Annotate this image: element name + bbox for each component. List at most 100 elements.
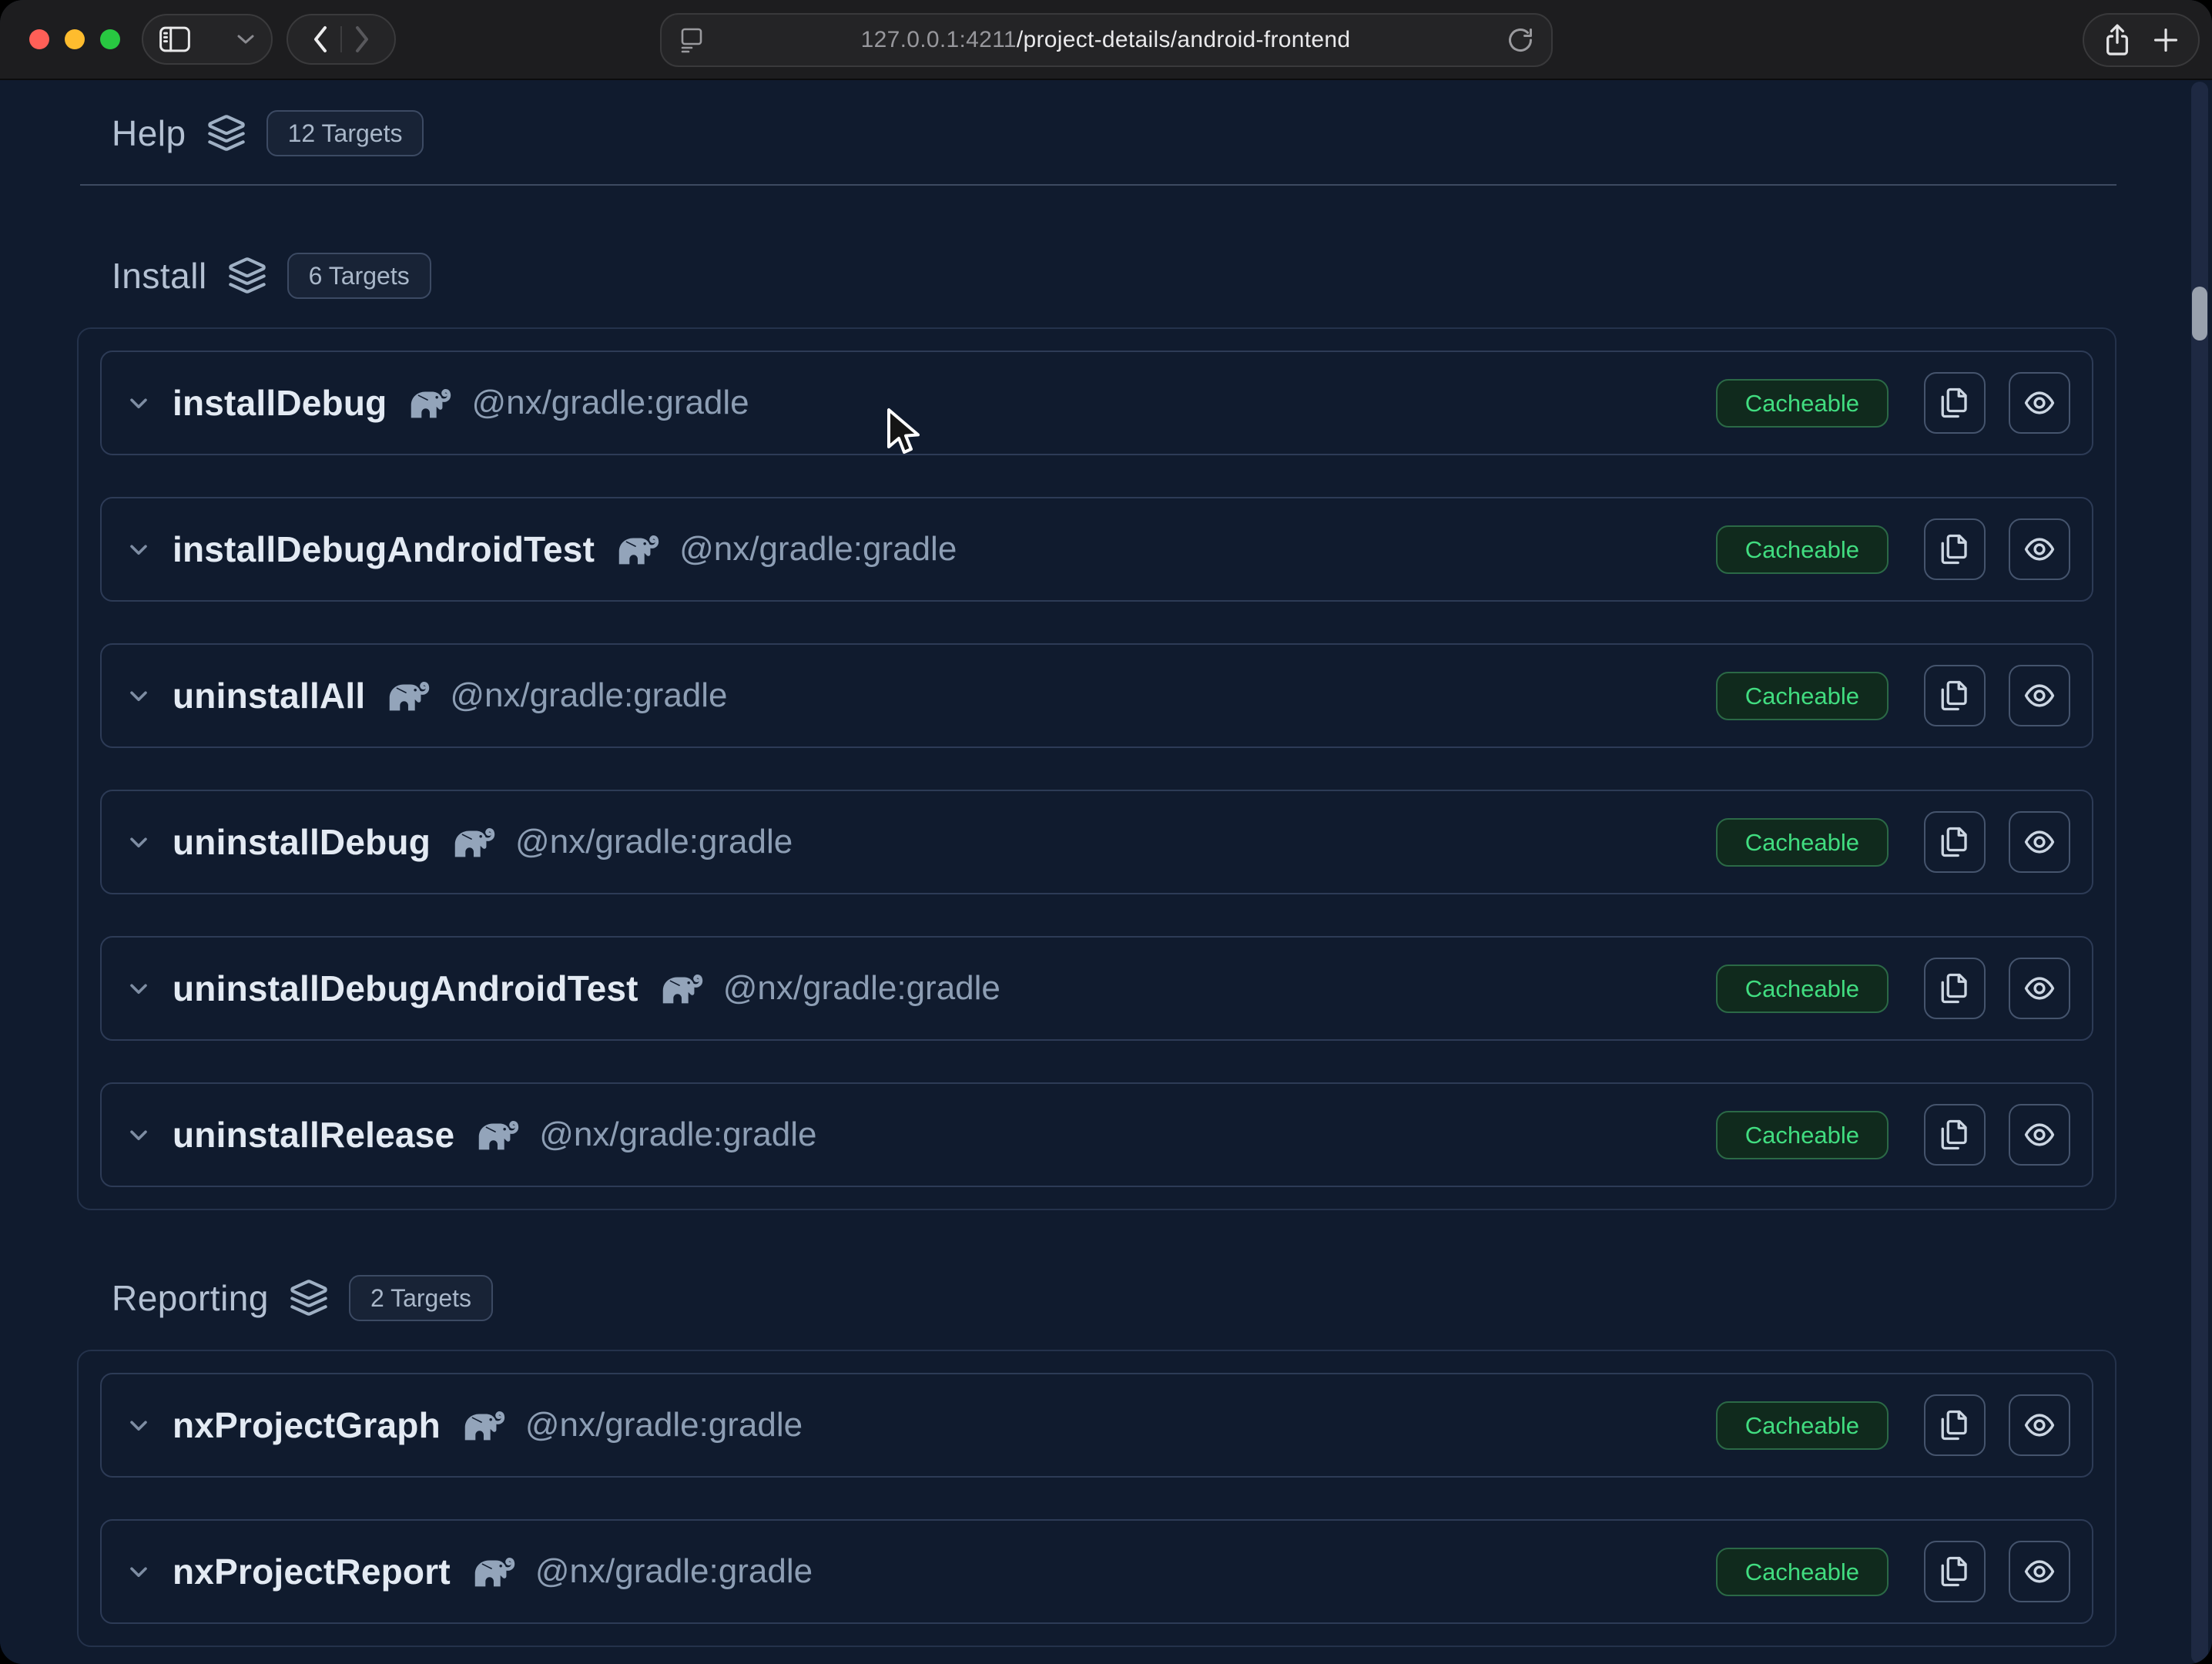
section-title: Help [112,112,186,154]
copy-icon [1939,1555,1971,1588]
copy-icon [1939,533,1971,565]
cacheable-badge: Cacheable [1716,379,1889,428]
copy-task-button[interactable] [1924,1104,1986,1166]
url-text: 127.0.0.1:4211/project-details/android-f… [705,27,1507,53]
chevron-down-icon[interactable] [125,389,152,417]
sidebar-icon [159,25,191,53]
project-details-page: Help 12 Targets Install [0,82,2212,1664]
chevron-down-icon[interactable] [125,1558,152,1585]
view-task-button[interactable] [2009,811,2070,873]
view-task-button[interactable] [2009,1541,2070,1602]
browser-window: 127.0.0.1:4211/project-details/android-f… [0,0,2212,1664]
section-title: Install [112,255,207,297]
copy-task-button[interactable] [1924,811,1986,873]
copy-icon [1939,387,1971,419]
section-title: Reporting [112,1277,269,1319]
website-settings-icon[interactable] [679,26,705,54]
chevron-down-icon [236,33,256,45]
layers-icon [206,113,246,153]
gradle-elephant-icon [459,1407,507,1444]
chevron-down-icon[interactable] [125,535,152,563]
target-row[interactable]: uninstallRelease @nx/gradle:gradle Cache… [100,1082,2093,1187]
reload-button[interactable] [1507,26,1534,54]
targets-count-badge: 2 Targets [349,1275,493,1321]
url-path: /project-details/android-frontend [1017,27,1350,52]
chevron-down-icon[interactable] [125,1411,152,1439]
chevron-down-icon[interactable] [125,975,152,1002]
view-task-button[interactable] [2009,372,2070,434]
url-host: 127.0.0.1:4211 [861,27,1017,52]
cacheable-badge: Cacheable [1716,672,1889,720]
target-name: uninstallDebugAndroidTest [173,968,638,1009]
targets-container: nxProjectGraph @nx/gradle:gradle Cacheab… [77,1350,2116,1647]
address-bar[interactable]: 127.0.0.1:4211/project-details/android-f… [660,13,1553,67]
layers-icon [289,1278,329,1318]
target-name: uninstallDebug [173,821,431,863]
scrollbar-thumb[interactable] [2192,287,2207,341]
eye-icon [2023,971,2056,1005]
sidebar-toggle-button[interactable] [142,14,273,65]
zoom-window-button[interactable] [100,29,120,49]
eye-icon [2023,386,2056,420]
forward-button[interactable] [342,15,382,63]
copy-task-button[interactable] [1924,1394,1986,1456]
chevron-down-icon[interactable] [125,1121,152,1149]
chevron-down-icon[interactable] [125,828,152,856]
back-button[interactable] [300,15,340,63]
gradle-elephant-icon [473,1116,521,1153]
eye-icon [2023,532,2056,566]
window-controls [29,29,120,49]
toolbar-right-group [2083,13,2200,67]
copy-task-button[interactable] [1924,1541,1986,1602]
eye-icon [2023,825,2056,859]
minimize-window-button[interactable] [65,29,85,49]
copy-task-button[interactable] [1924,518,1986,580]
gradle-elephant-icon [384,677,431,714]
target-row[interactable]: uninstallAll @nx/gradle:gradle Cacheable [100,643,2093,748]
section-reporting: Reporting 2 Targets nxProjectGraph [77,1272,2116,1647]
copy-icon [1939,1409,1971,1441]
close-window-button[interactable] [29,29,49,49]
view-task-button[interactable] [2009,1104,2070,1166]
share-button[interactable] [2102,22,2133,58]
copy-icon [1939,972,1971,1005]
view-task-button[interactable] [2009,518,2070,580]
target-row[interactable]: nxProjectReport @nx/gradle:gradle Cachea… [100,1519,2093,1624]
target-row[interactable]: installDebug @nx/gradle:gradle Cacheable [100,351,2093,455]
gradle-elephant-icon [613,531,661,568]
targets-count-badge: 6 Targets [287,253,431,299]
view-task-button[interactable] [2009,665,2070,726]
copy-task-button[interactable] [1924,665,1986,726]
targets-container: installDebug @nx/gradle:gradle Cacheable [77,327,2116,1210]
chevron-down-icon[interactable] [125,682,152,710]
target-name: installDebugAndroidTest [173,528,595,570]
section-header: Help 12 Targets [112,107,2116,159]
browser-toolbar: 127.0.0.1:4211/project-details/android-f… [0,0,2212,80]
section-header: Reporting 2 Targets [112,1272,2116,1324]
view-task-button[interactable] [2009,1394,2070,1456]
new-tab-button[interactable] [2151,25,2180,55]
target-executor: @nx/gradle:gradle [525,1406,803,1444]
target-name: installDebug [173,382,387,424]
target-executor: @nx/gradle:gradle [539,1115,816,1154]
target-executor: @nx/gradle:gradle [535,1552,813,1591]
eye-icon [2023,1408,2056,1442]
copy-task-button[interactable] [1924,372,1986,434]
view-task-button[interactable] [2009,958,2070,1019]
section-divider [80,184,2116,186]
copy-task-button[interactable] [1924,958,1986,1019]
target-row[interactable]: nxProjectGraph @nx/gradle:gradle Cacheab… [100,1373,2093,1478]
targets-count-badge: 12 Targets [266,110,424,156]
section-header: Install 6 Targets [112,250,2116,302]
target-row[interactable]: uninstallDebug @nx/gradle:gradle Cacheab… [100,790,2093,894]
cacheable-badge: Cacheable [1716,1401,1889,1450]
eye-icon [2023,679,2056,713]
gradle-elephant-icon [469,1553,517,1590]
target-row[interactable]: installDebugAndroidTest @nx/gradle:gradl… [100,497,2093,602]
cacheable-badge: Cacheable [1716,1111,1889,1159]
target-executor: @nx/gradle:gradle [515,823,793,861]
eye-icon [2023,1555,2056,1589]
cacheable-badge: Cacheable [1716,525,1889,574]
target-name: uninstallRelease [173,1114,454,1156]
target-row[interactable]: uninstallDebugAndroidTest @nx/gradle:gra… [100,936,2093,1041]
